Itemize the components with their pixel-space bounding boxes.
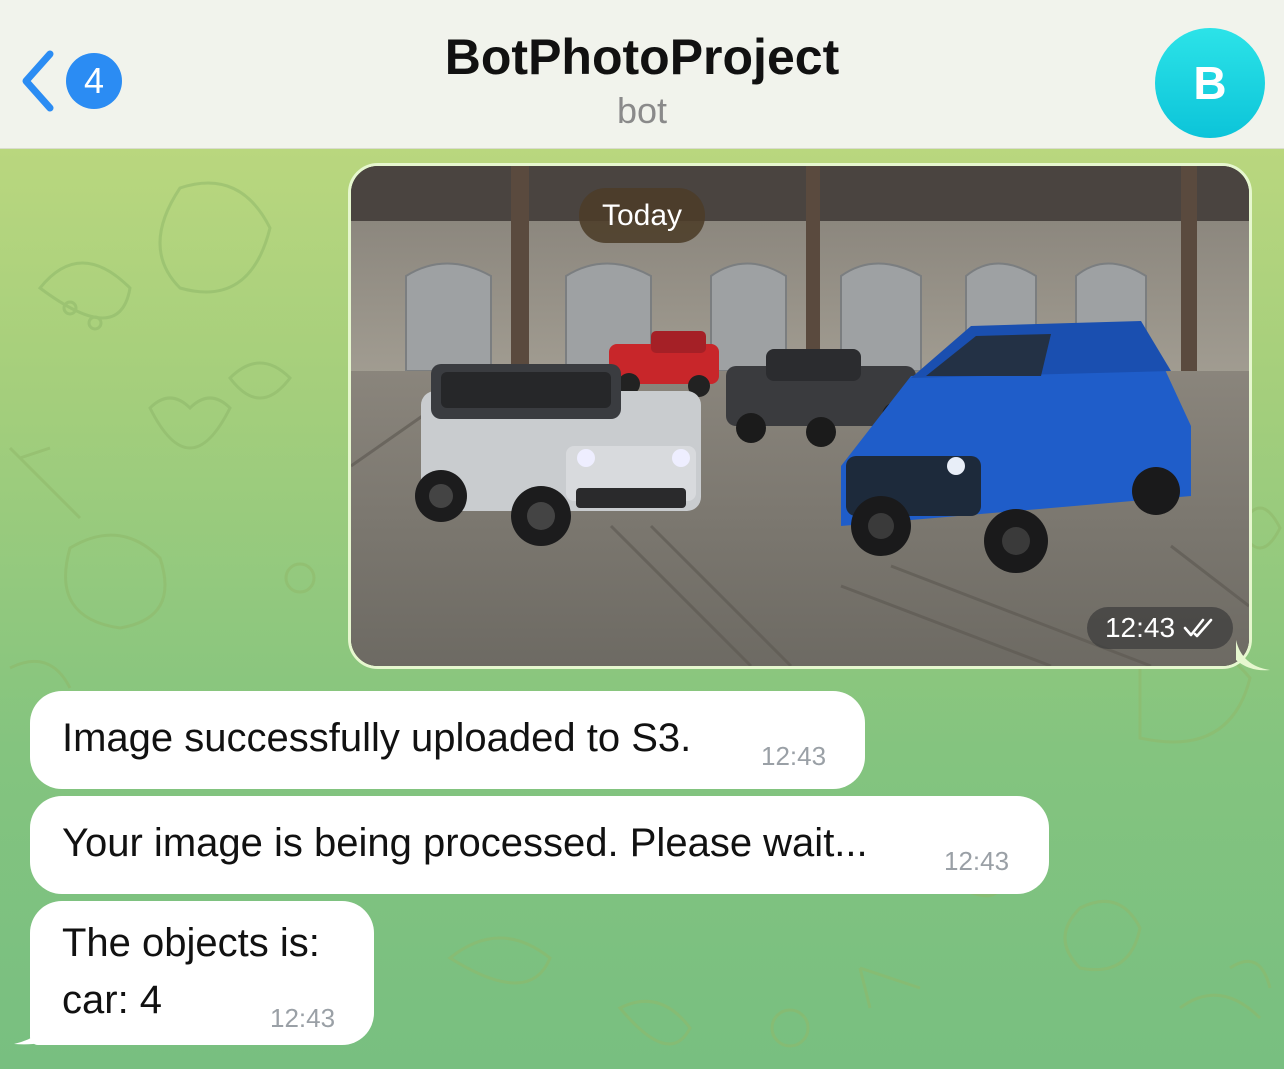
outgoing-bubble-tail <box>1236 640 1270 671</box>
incoming-message[interactable]: Your image is being processed. Please wa… <box>30 796 1049 894</box>
date-separator: Today <box>579 188 705 243</box>
chat-header: 4 BotPhotoProject bot B <box>0 0 1284 149</box>
message-text-line: The objects is: <box>62 921 320 965</box>
chat-title[interactable]: BotPhotoProject <box>0 28 1284 86</box>
chat-subtitle: bot <box>616 90 668 131</box>
incoming-bubble-tail <box>14 1010 54 1045</box>
message-text-line: car: 4 <box>62 978 163 1022</box>
message-text: Image successfully uploaded to S3. <box>62 716 692 760</box>
double-check-icon <box>1183 618 1213 638</box>
photo-time-label: 12:43 <box>1104 612 1176 643</box>
car-photo <box>351 166 1249 666</box>
message-time: 12:43 <box>270 1003 336 1033</box>
photo-timestamp: 12:43 <box>1087 607 1233 649</box>
message-time: 12:43 <box>944 846 1010 876</box>
incoming-message[interactable]: The objects is: car: 4 12:43 <box>30 901 374 1045</box>
message-text: Your image is being processed. Please wa… <box>62 821 868 865</box>
photo-message[interactable] <box>348 163 1252 669</box>
incoming-message[interactable]: Image successfully uploaded to S3. 12:43 <box>30 691 865 789</box>
avatar[interactable]: B <box>1155 28 1265 138</box>
message-time: 12:43 <box>761 741 827 771</box>
